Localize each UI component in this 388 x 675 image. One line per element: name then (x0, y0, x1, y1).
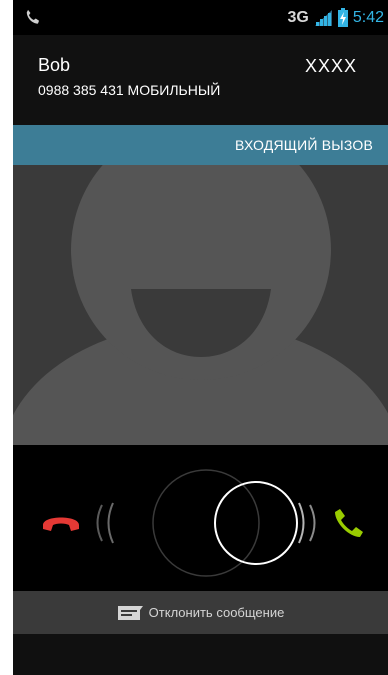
glowpad-answer-control (13, 445, 388, 591)
decline-call-icon[interactable] (43, 517, 79, 532)
caller-photo-area: ВХОДЯЩИЙ ВЫЗОВ (13, 125, 388, 445)
incoming-call-banner: ВХОДЯЩИЙ ВЫЗОВ (13, 125, 388, 165)
network-type-label: 3G (287, 9, 309, 26)
right-arc-hints (298, 502, 316, 544)
phone-handset-icon (26, 9, 40, 24)
bottom-strip (13, 634, 388, 675)
clock-time: 5:42 (352, 9, 384, 26)
carrier-label: XXXX (304, 56, 357, 76)
status-bar: 3G 5:42 (13, 0, 388, 35)
caller-number-line: 0988 385 431 МОБИЛЬНЫЙ (38, 82, 220, 98)
signal-bars-icon (313, 9, 333, 27)
incoming-call-screen: 3G 5:42 Bob 0988 385 431 МОБИЛЬНЫЙ XXXX … (13, 0, 388, 675)
incoming-call-label: ВХОДЯЩИЙ ВЫЗОВ (235, 137, 373, 153)
reject-with-message-label: Отклонить сообщение (148, 605, 285, 620)
caller-info-header: Bob 0988 385 431 МОБИЛЬНЫЙ XXXX (13, 35, 388, 125)
caller-number-type: МОБИЛЬНЫЙ (127, 82, 221, 98)
drag-handle-ring-icon[interactable] (214, 481, 298, 565)
caller-name: Bob (38, 55, 71, 75)
message-icon (117, 605, 143, 620)
default-contact-avatar-icon (13, 125, 388, 445)
caller-number: 0988 385 431 (38, 82, 124, 98)
battery-charging-icon (337, 8, 349, 28)
answer-call-icon[interactable] (335, 509, 363, 537)
glowpad-outer-ring (152, 469, 260, 577)
reject-with-message-button[interactable]: Отклонить сообщение (13, 591, 388, 634)
left-arc-hints (96, 502, 114, 544)
